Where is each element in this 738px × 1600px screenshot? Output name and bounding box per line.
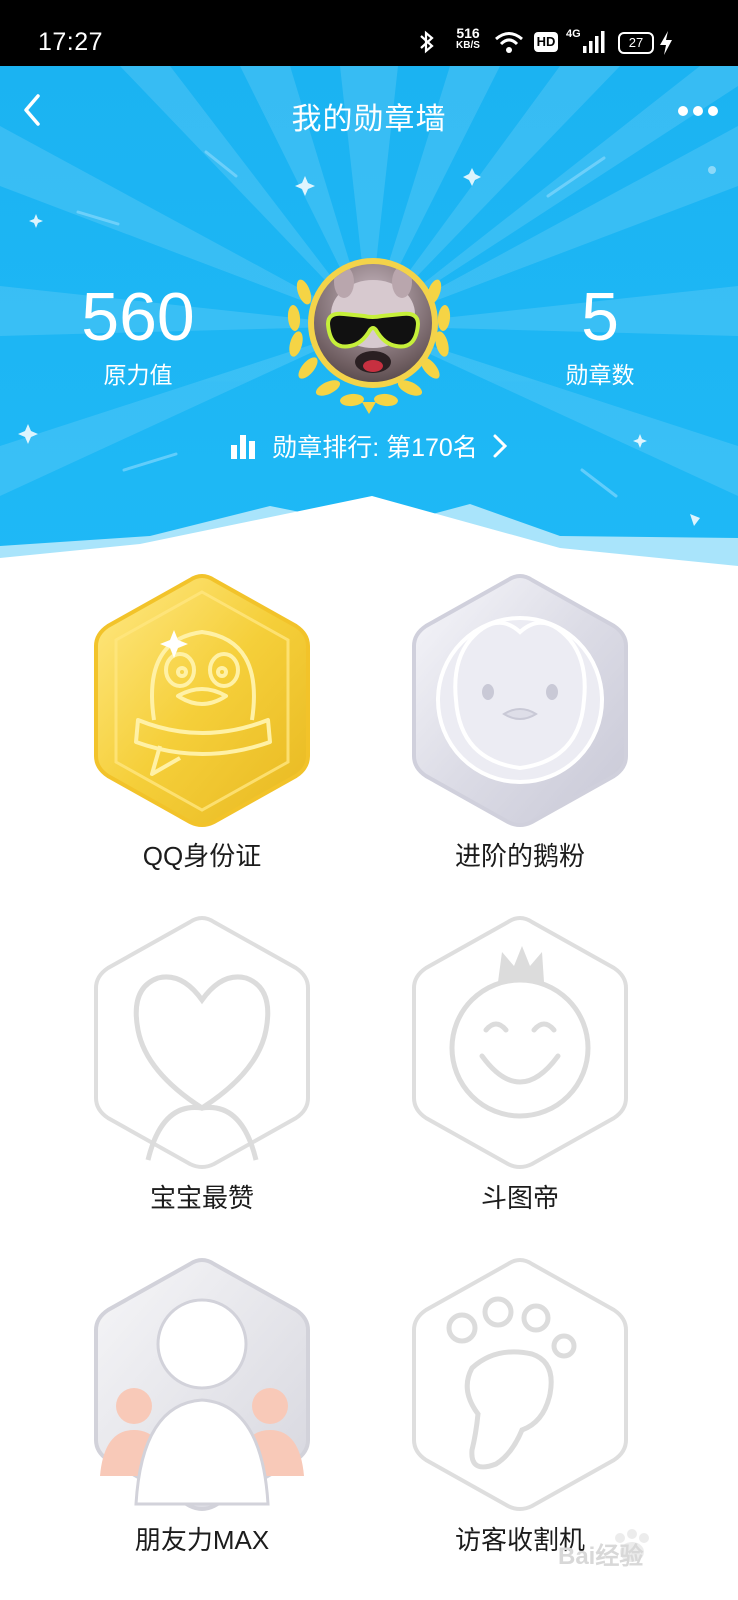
- rank-text: 勋章排行: 第170名: [272, 434, 478, 462]
- network-type: 4G: [566, 28, 581, 40]
- power-value: 560: [81, 279, 195, 355]
- hd-badge: HD: [534, 32, 558, 52]
- power-label: 原力值: [103, 362, 173, 388]
- badge-label: 朋友力MAX: [134, 1525, 270, 1555]
- badge-baby-best[interactable]: 宝宝最赞: [52, 912, 352, 1232]
- hero-header: 我的勋章墙 560 原力值 5 勋章数 勋章排行: 第170名: [0, 66, 738, 586]
- charging-icon: [660, 31, 672, 55]
- badge-label: QQ身份证: [142, 841, 262, 871]
- smiley-crown-badge-icon: [412, 915, 628, 1169]
- medal-count-value: 5: [581, 279, 619, 355]
- qq-penguin-gold-badge-icon: [94, 573, 310, 827]
- badge-meme-king[interactable]: 斗图帝: [370, 912, 670, 1232]
- net-speed: 516 KB/S: [450, 26, 486, 52]
- status-bar: 17:27 516 KB/S HD 4G 27: [0, 0, 738, 66]
- page-title: 我的勋章墙: [291, 103, 447, 136]
- rank-link[interactable]: 勋章排行: 第170名: [0, 428, 738, 464]
- bluetooth-icon: [420, 30, 434, 54]
- avatar-with-laurel[interactable]: [274, 252, 464, 422]
- more-button[interactable]: [676, 96, 720, 126]
- medal-count-stat: 5 勋章数: [520, 282, 680, 390]
- badge-qq-id[interactable]: QQ身份证: [52, 570, 352, 890]
- bar-chart-icon: [231, 435, 256, 459]
- avatar-sunglasses-icon: [325, 266, 421, 373]
- chevron-right-icon: [493, 434, 507, 458]
- hd-label: HD: [536, 34, 556, 49]
- net-speed-value: 516: [456, 25, 480, 41]
- footprint-badge-icon: [412, 1257, 628, 1511]
- net-speed-unit: KB/S: [456, 40, 480, 51]
- watermark-text: Bai经验: [558, 1543, 644, 1570]
- badge-label: 宝宝最赞: [149, 1183, 254, 1213]
- badge-friend-power-max[interactable]: 朋友力MAX: [52, 1254, 352, 1574]
- badge-label: 斗图帝: [480, 1183, 559, 1213]
- status-time: 17:27: [38, 28, 104, 56]
- wifi-icon: [495, 32, 523, 53]
- battery-level: 27: [628, 35, 644, 50]
- avatar[interactable]: [308, 258, 438, 388]
- friends-badge-icon: [94, 1257, 310, 1511]
- power-stat: 560 原力值: [58, 282, 218, 390]
- heart-badge-icon: [94, 915, 310, 1169]
- battery-icon: 27: [618, 32, 654, 54]
- badge-label: 进阶的鹅粉: [454, 841, 585, 871]
- medal-count-label: 勋章数: [565, 362, 635, 388]
- baidu-watermark: Bai经验: [550, 1524, 700, 1574]
- signal-icon: [583, 31, 605, 53]
- penguin-face-silver-badge-icon: [412, 573, 628, 827]
- badge-advanced-fan[interactable]: 进阶的鹅粉: [370, 570, 670, 890]
